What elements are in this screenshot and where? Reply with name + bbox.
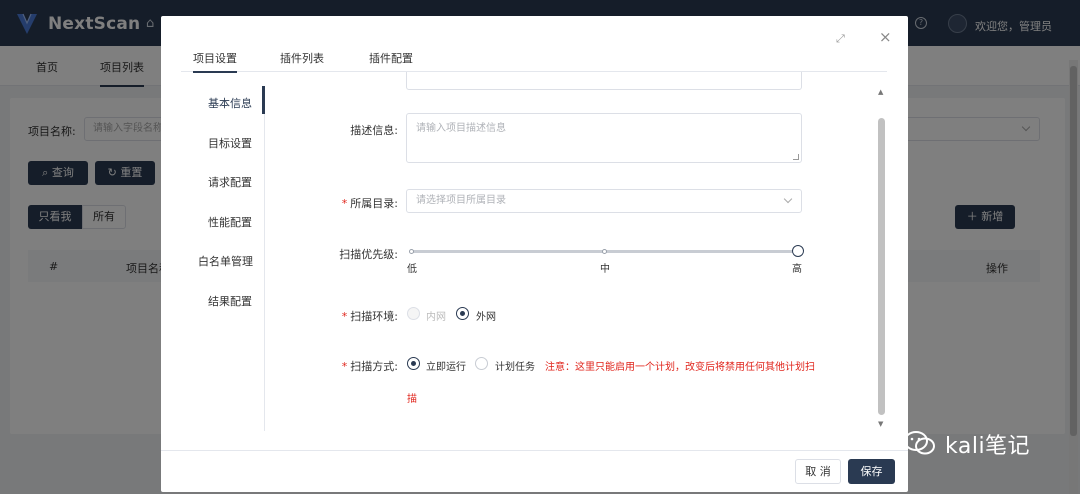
side-item-performance[interactable]: 性能配置 (208, 214, 252, 230)
priority-slider-handle[interactable] (792, 245, 804, 257)
mode-warning-note: 注意：这里只能启用一个计划，改变后将禁用任何其他计划扫 (545, 362, 815, 373)
desc-textarea[interactable]: 请输入项目描述信息 (406, 113, 802, 163)
side-item-whitelist[interactable]: 白名单管理 (198, 253, 253, 269)
tab-project-settings[interactable]: 项目设置 (193, 50, 237, 73)
basic-info-form: 描述信息: 请输入项目描述信息 * 所属目录: 请选择项目所属目录 扫描优先级: … (266, 72, 876, 432)
env-option-internal[interactable]: 内网 (426, 308, 446, 323)
dir-label-text: 所属目录: (350, 197, 398, 210)
side-item-basic-info[interactable]: 基本信息 (208, 95, 252, 111)
priority-tick-low: 低 (407, 264, 417, 275)
mode-option-run-now[interactable]: 立即运行 (426, 358, 466, 373)
env-label-text: 扫描环境: (350, 310, 398, 323)
env-option-external[interactable]: 外网 (476, 308, 496, 323)
dialog-scrollbar-thumb[interactable] (878, 118, 885, 415)
priority-tick-mid: 中 (600, 264, 610, 275)
dir-placeholder: 请选择项目所属目录 (416, 195, 506, 206)
fullscreen-icon[interactable]: ⤢ (836, 32, 848, 45)
scroll-down-icon[interactable]: ▼ (878, 420, 883, 428)
priority-label: 扫描优先级: (339, 248, 398, 261)
tab-plugin-config[interactable]: 插件配置 (369, 50, 413, 66)
chevron-down-icon (783, 194, 793, 204)
wechat-icon (904, 431, 935, 455)
env-radio-external[interactable] (456, 307, 469, 320)
tab-plugin-list[interactable]: 插件列表 (280, 50, 324, 66)
dir-select[interactable]: 请选择项目所属目录 (406, 189, 802, 213)
save-button[interactable]: 保存 (848, 459, 895, 484)
side-nav-indicator (262, 86, 265, 114)
env-label: * 扫描环境: (341, 310, 398, 323)
dialog-footer: 取 消 保存 (161, 450, 908, 492)
dialog-scrollbar[interactable]: ▲ ▼ (877, 88, 887, 428)
mode-label-text: 扫描方式: (350, 360, 398, 373)
project-field-partial[interactable] (406, 72, 802, 90)
priority-stop-low[interactable] (409, 249, 414, 254)
watermark-text: kali笔记 (945, 434, 1031, 459)
priority-stop-mid[interactable] (602, 249, 607, 254)
side-item-target[interactable]: 目标设置 (208, 135, 252, 151)
project-settings-dialog: 项目设置 插件列表 插件配置 ⤢ × 基本信息 目标设置 请求配置 性能配置 白… (161, 16, 908, 492)
close-icon[interactable]: × (879, 30, 892, 45)
side-item-request[interactable]: 请求配置 (208, 174, 252, 190)
mode-radio-run-now[interactable] (407, 357, 420, 370)
desc-placeholder: 请输入项目描述信息 (416, 123, 506, 134)
env-radio-internal[interactable] (407, 307, 420, 320)
cancel-button[interactable]: 取 消 (795, 459, 841, 484)
resize-grip-icon[interactable] (793, 154, 799, 160)
desc-label: 描述信息: (350, 124, 398, 137)
scroll-up-icon[interactable]: ▲ (878, 88, 883, 96)
mode-label: * 扫描方式: (341, 360, 398, 373)
side-item-result[interactable]: 结果配置 (208, 293, 252, 309)
dialog-tabs: 项目设置 插件列表 插件配置 (181, 16, 887, 73)
dir-label: * 所属目录: (341, 197, 398, 210)
mode-warning-note-cont: 描 (407, 394, 417, 405)
priority-tick-high: 高 (792, 264, 802, 275)
mode-radio-scheduled[interactable] (475, 357, 488, 370)
settings-side-nav: 基本信息 目标设置 请求配置 性能配置 白名单管理 结果配置 (161, 86, 265, 431)
mode-option-scheduled[interactable]: 计划任务 (495, 358, 535, 373)
